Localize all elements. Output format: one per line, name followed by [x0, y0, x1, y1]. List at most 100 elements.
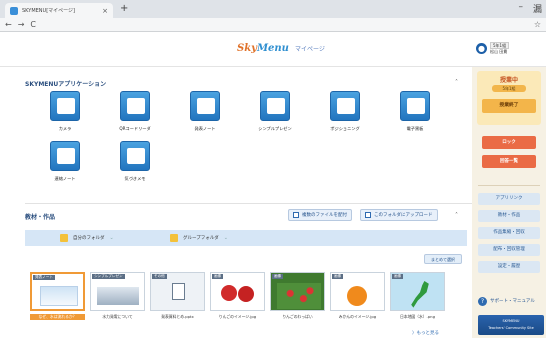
app-label: カメラ: [58, 126, 72, 131]
distribution-management-button[interactable]: 配布・回収管理: [478, 244, 540, 256]
see-more-link[interactable]: 〉もっと見る: [412, 330, 439, 336]
app-label: 電子黒板: [406, 126, 424, 131]
file-item[interactable]: その他 発表資料とめ.pptx: [150, 272, 205, 320]
file-item[interactable]: 画像 日本地図（水）.png: [390, 272, 445, 320]
materials-collapse-icon[interactable]: ˄: [455, 212, 458, 219]
file-thumbnail: シンプルプレゼン: [90, 272, 145, 311]
file-type-tag: シンプルプレゼン: [92, 274, 125, 279]
status-class-badge: 5年1組: [492, 85, 526, 92]
app-header: SkyMenu マイページ ● 5年1組 松山 田貫: [0, 33, 546, 67]
support-label: サポート・マニュアル: [490, 299, 535, 304]
file-type-tag: 画像: [332, 274, 344, 279]
class-status: 授業中: [499, 77, 518, 84]
file-type-tag: 発表ノート: [33, 275, 55, 280]
app-awareness-memo[interactable]: 気づきメモ: [110, 141, 160, 182]
document-icon: [172, 283, 185, 300]
apple-image: [238, 286, 254, 302]
upload-icon: [365, 212, 371, 218]
file-item[interactable]: 画像 りんごのわっぱい: [270, 272, 325, 320]
section-divider: [25, 203, 472, 204]
panel-divider: [478, 185, 540, 186]
user-name: 松山 田貫: [490, 49, 508, 54]
settings-history-button[interactable]: 設定・履歴: [478, 261, 540, 273]
app-camera[interactable]: カメラ: [40, 91, 90, 132]
attach-multiple-files-button[interactable]: 複数のファイルを配付: [288, 209, 352, 221]
skymenu-logo[interactable]: SkyMenu マイページ: [237, 43, 325, 54]
user-icon: ●: [476, 43, 487, 54]
user-info[interactable]: ● 5年1組 松山 田貫: [476, 42, 510, 55]
window-controls: – 漏: [518, 2, 542, 15]
folder-icon: [60, 234, 68, 242]
logo-text-sky: Sky: [237, 43, 257, 54]
browser-tabbar: SKYMENU[マイページ] × + – 漏: [0, 0, 546, 18]
file-type-tag: 画像: [212, 274, 224, 279]
address-bar: ← → C ☆: [0, 18, 546, 32]
teachers-community-banner[interactable]: SKYMENU Teachers' Community Site: [478, 315, 544, 335]
file-name: 水力発電について: [102, 314, 133, 319]
file-thumbnail: 発表ノート: [30, 272, 85, 311]
app-qr-reader[interactable]: QRコードリーダ: [110, 91, 160, 132]
attach-icon: [293, 212, 299, 218]
app-contact-note[interactable]: 連絡ノート: [40, 141, 90, 182]
bulk-select-button[interactable]: まとめて選択: [424, 254, 462, 264]
file-thumbnail: 画像: [210, 272, 265, 311]
new-tab-button[interactable]: +: [120, 3, 128, 15]
app-simple-presen[interactable]: シンプルプレゼン: [250, 91, 300, 132]
support-manual-link[interactable]: ? サポート・マニュアル: [478, 295, 546, 307]
end-class-button[interactable]: 授業終了: [482, 99, 536, 113]
reload-icon[interactable]: C: [30, 20, 36, 29]
chevron-down-icon: ⌄: [109, 235, 114, 241]
file-thumbnail: 画像: [330, 272, 385, 311]
file-name: なぜ、水は流れるか？: [30, 314, 85, 320]
back-icon[interactable]: ←: [5, 20, 12, 29]
answer-list-button[interactable]: 回答一覧: [482, 155, 536, 168]
app-link-button[interactable]: アプリリンク: [478, 193, 540, 205]
contact-note-icon: [50, 141, 80, 171]
app-electronic-blackboard[interactable]: 電子黒板: [390, 91, 440, 132]
file-item[interactable]: 画像 りんごのイメージ.jpg: [210, 272, 265, 320]
file-name: りんごのわっぱい: [282, 314, 313, 319]
favicon-icon: [10, 6, 18, 15]
app-presentation-note[interactable]: 発表ノート: [180, 91, 230, 132]
upload-to-folder-button[interactable]: このフォルダにアップロード: [360, 209, 438, 221]
bookmark-star-icon[interactable]: ☆: [534, 20, 541, 29]
apps-section-title: SKYMENUアプリケーション: [25, 81, 107, 88]
browser-tab[interactable]: SKYMENU[マイページ] ×: [5, 3, 113, 18]
file-type-tag: 画像: [392, 274, 404, 279]
group-folder-label: グループフォルダ: [183, 236, 219, 241]
app-label: 発表ノート: [194, 126, 216, 131]
file-name: みかんのイメージ.jpg: [338, 314, 377, 319]
file-thumbnail: 画像: [390, 272, 445, 311]
app-label: QRコードリーダ: [119, 126, 151, 131]
my-folder-label: 自分のフォルダ: [73, 236, 105, 241]
materials-section-title: 教材・作品: [25, 214, 56, 221]
banner-title: SKYMENU: [502, 319, 520, 323]
apps-grid: カメラ QRコードリーダ 発表ノート シンプルプレゼン ポジショニング 電子黒板…: [40, 91, 460, 191]
logo-text-menu: Menu: [256, 43, 289, 54]
minimize-button[interactable]: –: [518, 2, 523, 15]
my-folder-select[interactable]: 自分のフォルダ ⌄: [60, 233, 114, 243]
apps-collapse-icon[interactable]: ˄: [455, 79, 458, 86]
file-name: 発表資料とめ.pptx: [161, 314, 194, 319]
file-item[interactable]: シンプルプレゼン 水力発電について: [90, 272, 145, 320]
chevron-down-icon: ⌄: [223, 235, 228, 241]
file-thumbnail: 画像: [270, 272, 325, 311]
app-label: シンプルプレゼン: [258, 126, 292, 131]
app-label: 気づきメモ: [124, 176, 146, 181]
forward-icon[interactable]: →: [18, 20, 25, 29]
group-folder-select[interactable]: グループフォルダ ⌄: [170, 233, 228, 243]
works-collection-button[interactable]: 作品集縮・回収: [478, 227, 540, 239]
maximize-button[interactable]: 漏: [533, 2, 542, 15]
file-item[interactable]: 発表ノート なぜ、水は流れるか？: [30, 272, 85, 320]
lock-button[interactable]: ロック: [482, 136, 536, 149]
tab-title: SKYMENU[マイページ]: [22, 8, 76, 14]
positioning-icon: [330, 91, 360, 121]
tab-close-icon[interactable]: ×: [102, 7, 108, 15]
upload-label: このフォルダにアップロード: [374, 213, 433, 218]
file-name: りんごのイメージ.jpg: [218, 314, 257, 319]
page-title: マイページ: [294, 46, 325, 53]
right-panel: 授業中 5年1組 授業終了 ロック 回答一覧 アプリリンク 教材・作品 作品集縮…: [472, 67, 546, 338]
app-positioning[interactable]: ポジショニング: [320, 91, 370, 132]
materials-link-button[interactable]: 教材・作品: [478, 210, 540, 222]
file-item[interactable]: 画像 みかんのイメージ.jpg: [330, 272, 385, 320]
